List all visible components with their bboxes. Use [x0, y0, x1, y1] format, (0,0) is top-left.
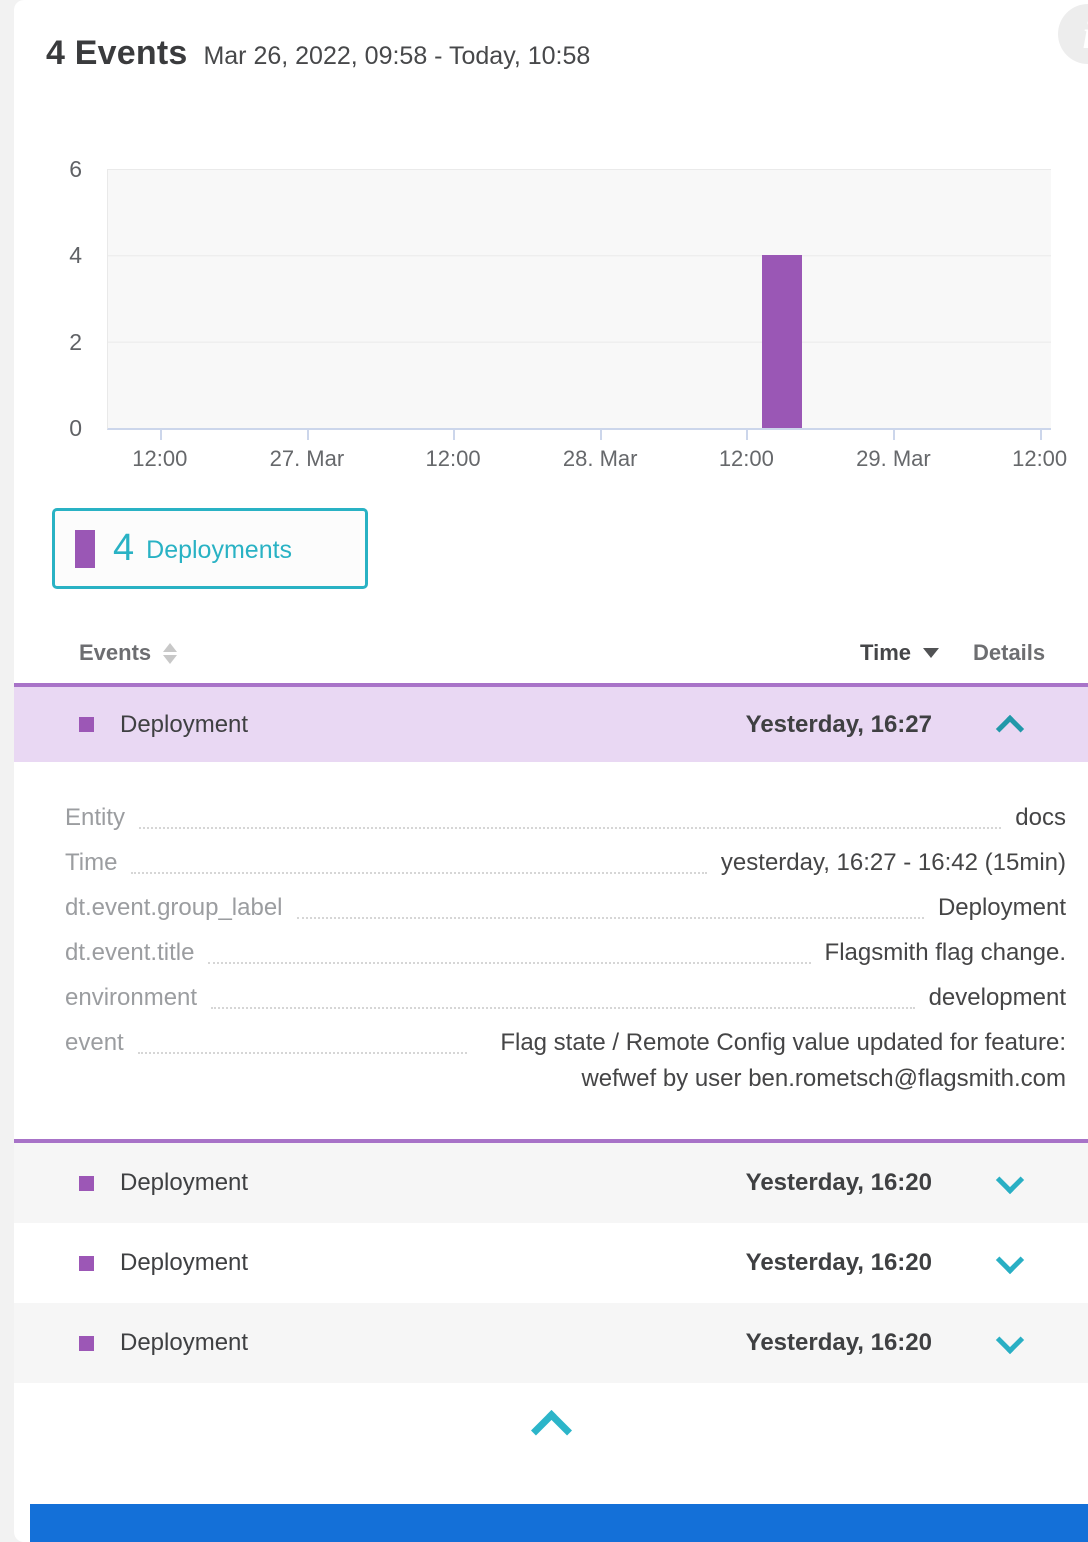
x-axis-tick — [600, 430, 602, 440]
detail-row: dt.event.title Flagsmith flag change. — [65, 935, 1066, 971]
x-axis-tick — [746, 430, 748, 440]
detail-leader — [139, 800, 1001, 829]
legend-deployments-button[interactable]: 4 Deployments — [52, 508, 368, 589]
events-panel: i 4 Events Mar 26, 2022, 09:58 - Today, … — [14, 0, 1088, 1542]
events-chart: 642012:0027. Mar12:0028. Mar12:0029. Mar… — [40, 166, 1050, 476]
detail-label: dt.event.group_label — [65, 890, 283, 926]
x-axis-tick — [160, 430, 162, 440]
events-table-body: Deployment Yesterday, 16:27 Entity docs … — [14, 683, 1088, 1463]
event-row[interactable]: Deployment Yesterday, 16:27 — [14, 683, 1088, 762]
x-axis-tick — [1040, 430, 1042, 440]
y-axis-label: 4 — [40, 243, 82, 267]
event-type-label: Deployment — [120, 1329, 248, 1357]
event-row[interactable]: Deployment Yesterday, 16:20 — [14, 1143, 1088, 1223]
detail-value: Deployment — [938, 890, 1066, 926]
detail-row: environment development — [65, 980, 1066, 1016]
event-type-label: Deployment — [120, 711, 248, 739]
chart-plot — [107, 169, 1051, 430]
column-details[interactable]: Details — [973, 640, 1063, 666]
panel-header: 4 Events Mar 26, 2022, 09:58 - Today, 10… — [46, 34, 590, 73]
event-time: Yesterday, 16:20 — [746, 1249, 932, 1277]
timeframe-label: Mar 26, 2022, 09:58 - Today, 10:58 — [203, 42, 590, 71]
detail-label: event — [65, 1025, 124, 1061]
event-type-icon — [79, 717, 94, 732]
chevron-down-icon[interactable] — [996, 1166, 1024, 1194]
x-axis-label: 27. Mar — [237, 446, 377, 472]
detail-leader — [297, 890, 924, 919]
event-time: Yesterday, 16:20 — [746, 1169, 932, 1197]
y-axis-label: 6 — [40, 157, 82, 181]
collapse-list-button[interactable] — [14, 1383, 1088, 1463]
event-type-label: Deployment — [120, 1169, 248, 1197]
detail-label: Entity — [65, 800, 125, 836]
x-axis-tick — [453, 430, 455, 440]
y-axis-label: 0 — [40, 416, 82, 440]
detail-leader — [131, 845, 706, 874]
detail-row: Time yesterday, 16:27 - 16:42 (15min) — [65, 845, 1066, 881]
event-type-icon — [79, 1336, 94, 1351]
column-events[interactable]: Events — [79, 640, 151, 666]
x-axis-label: 12:00 — [970, 446, 1088, 472]
info-icon[interactable]: i — [1058, 4, 1088, 64]
sort-icon[interactable] — [163, 643, 177, 664]
chevron-down-icon[interactable] — [996, 1246, 1024, 1274]
detail-leader — [138, 1025, 467, 1054]
legend-label: Deployments — [146, 536, 292, 565]
chevron-up-icon[interactable] — [530, 1409, 571, 1450]
detail-row: Entity docs — [65, 800, 1066, 836]
detail-value: yesterday, 16:27 - 16:42 (15min) — [721, 845, 1066, 881]
event-time: Yesterday, 16:20 — [746, 1329, 932, 1357]
x-axis-tick — [893, 430, 895, 440]
table-header: Events Time Details — [14, 626, 1088, 680]
detail-value: development — [929, 980, 1066, 1016]
y-axis-label: 2 — [40, 330, 82, 354]
event-row[interactable]: Deployment Yesterday, 16:20 — [14, 1223, 1088, 1303]
detail-label: Time — [65, 845, 117, 881]
detail-leader — [211, 980, 914, 1009]
detail-value: Flag state / Remote Config value updated… — [481, 1025, 1066, 1097]
page-title: 4 Events — [46, 34, 187, 73]
x-axis-label: 12:00 — [90, 446, 230, 472]
x-axis-label: 12:00 — [383, 446, 523, 472]
detail-row: dt.event.group_label Deployment — [65, 890, 1066, 926]
x-axis-label: 29. Mar — [823, 446, 963, 472]
time-sort-arrow-icon — [923, 648, 939, 658]
detail-row: event Flag state / Remote Config value u… — [65, 1025, 1066, 1097]
detail-value: Flagsmith flag change. — [825, 935, 1066, 971]
x-axis-label: 12:00 — [676, 446, 816, 472]
event-time: Yesterday, 16:27 — [746, 711, 932, 739]
event-type-icon — [79, 1176, 94, 1191]
chart-bar-deployments[interactable] — [762, 255, 802, 428]
legend-swatch — [75, 530, 95, 568]
event-type-label: Deployment — [120, 1249, 248, 1277]
detail-leader — [208, 935, 810, 964]
detail-label: environment — [65, 980, 197, 1016]
chevron-down-icon[interactable] — [996, 1326, 1024, 1354]
chevron-up-icon[interactable] — [996, 714, 1024, 742]
bottom-blue-bar — [30, 1504, 1088, 1542]
x-axis-tick — [307, 430, 309, 440]
detail-label: dt.event.title — [65, 935, 194, 971]
column-time[interactable]: Time — [860, 640, 939, 666]
event-row[interactable]: Deployment Yesterday, 16:20 — [14, 1303, 1088, 1383]
detail-value: docs — [1015, 800, 1066, 836]
event-type-icon — [79, 1256, 94, 1271]
legend-count: 4 — [113, 527, 134, 570]
x-axis-label: 28. Mar — [530, 446, 670, 472]
event-details-panel: Entity docs Time yesterday, 16:27 - 16:4… — [14, 762, 1088, 1143]
